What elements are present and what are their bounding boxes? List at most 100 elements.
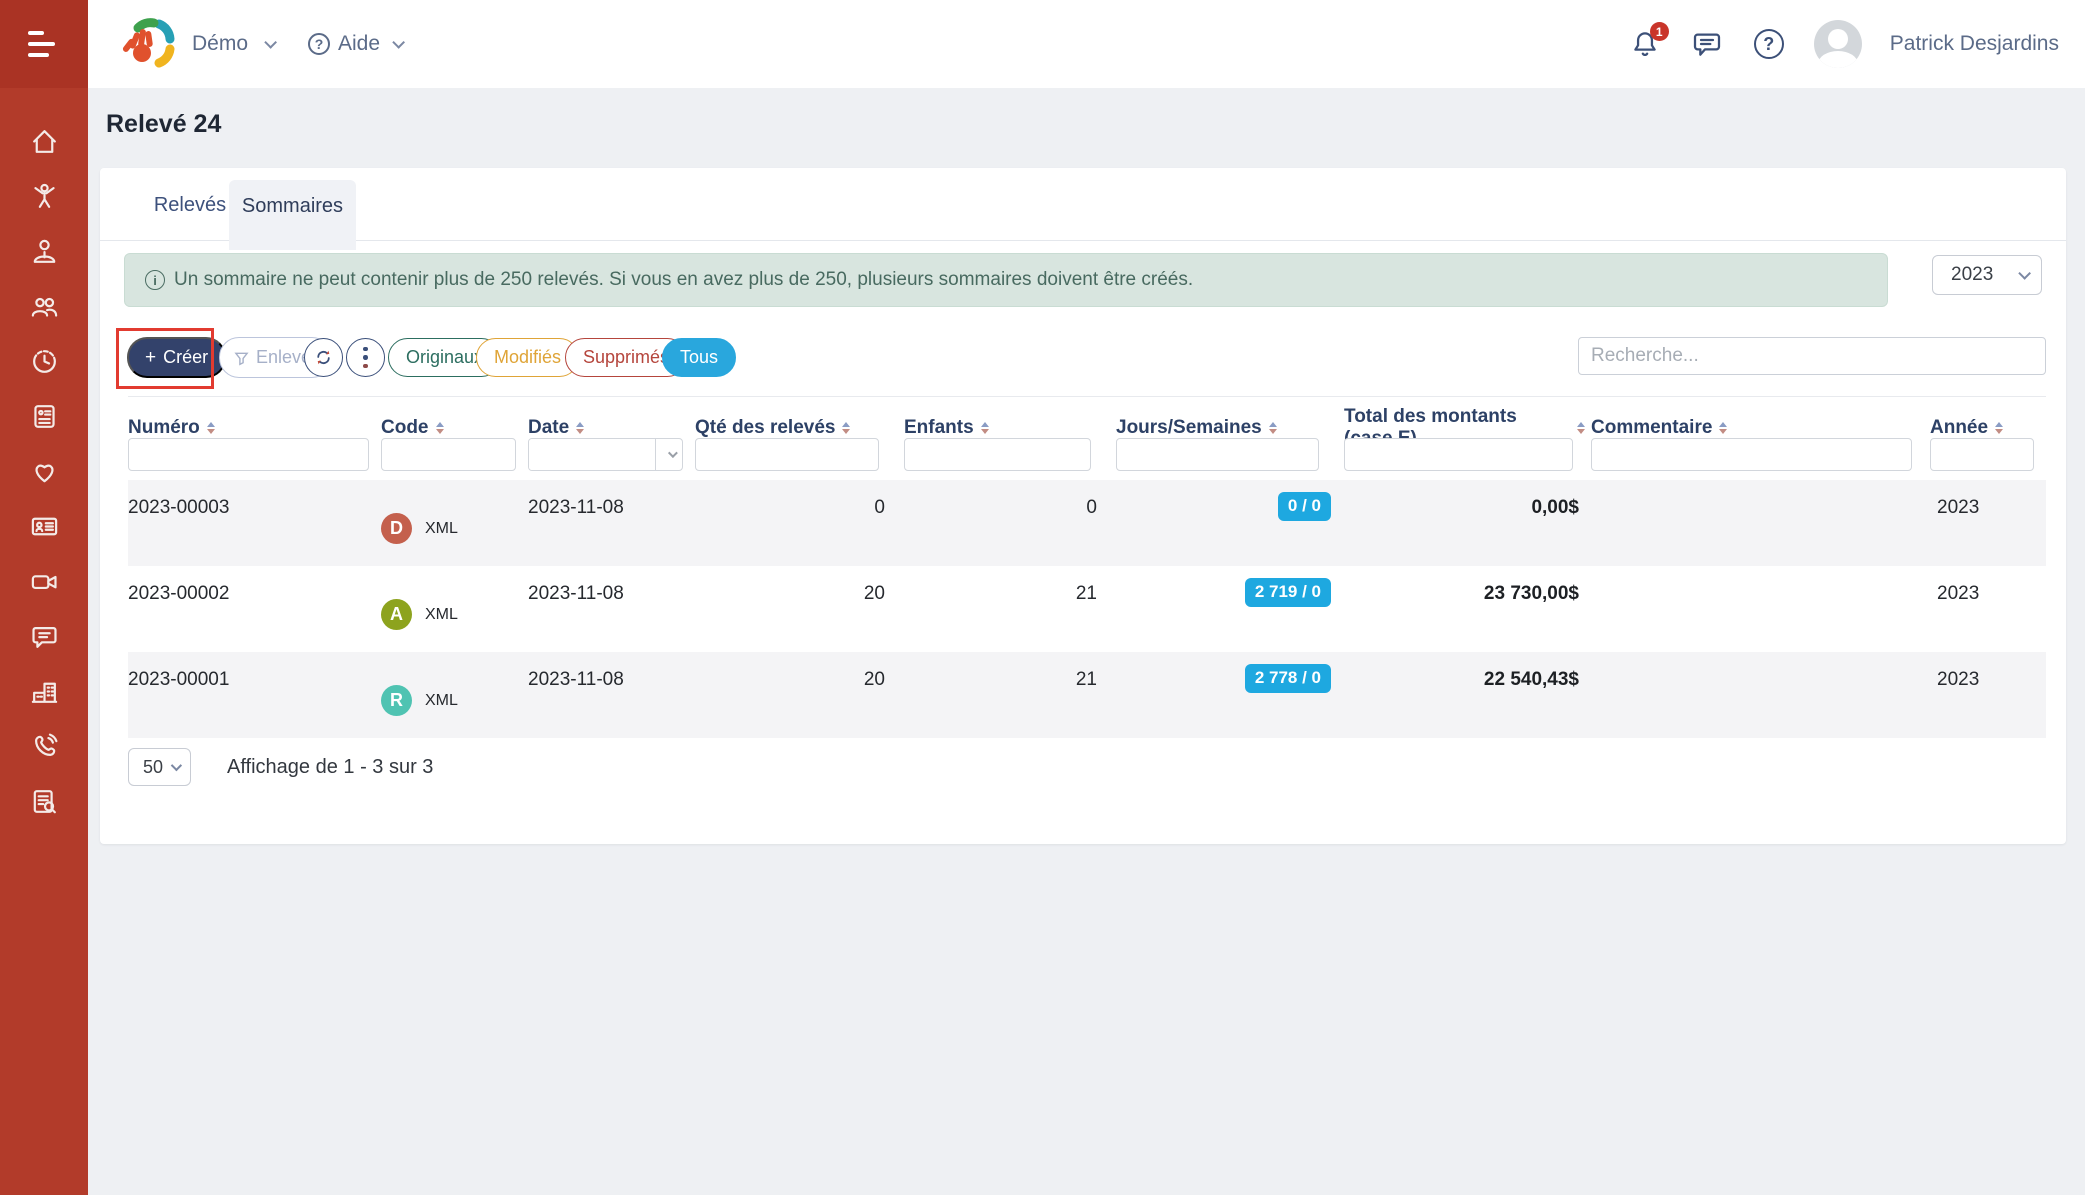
phone-icon (29, 731, 60, 762)
filter-qte-input[interactable] (695, 438, 879, 471)
filter-jours-input[interactable] (1116, 438, 1319, 471)
building-icon (29, 676, 60, 707)
code-format-label: XML (425, 606, 458, 624)
filter-annee-input[interactable] (1930, 438, 2034, 471)
video-camera-icon (29, 566, 60, 597)
main-content: Relevé 24 Relevés Sommaires i Un sommair… (88, 88, 2085, 1195)
filter-enfants-input[interactable] (904, 438, 1091, 471)
sidebar-item-messages[interactable] (0, 609, 88, 664)
help-button[interactable]: ? (1752, 27, 1786, 61)
sidebar-item-contacts[interactable] (0, 499, 88, 554)
sidebar-item-forms[interactable] (0, 389, 88, 444)
cell-date: 2023-11-08 (528, 480, 695, 566)
form-document-icon (29, 401, 60, 432)
sidebar-item-children[interactable] (0, 169, 88, 224)
user-name[interactable]: Patrick Desjardins (1890, 32, 2059, 56)
year-select[interactable]: 2023 (1932, 255, 2042, 295)
chevron-down-icon (171, 760, 182, 771)
brand-menu[interactable]: Démo (122, 0, 273, 88)
child-icon (29, 181, 60, 212)
sort-icon (207, 422, 215, 435)
sort-icon (842, 422, 850, 435)
date-filter-dropdown-button[interactable] (655, 439, 682, 470)
filter-modified-button[interactable]: Modifiés (476, 338, 579, 377)
cell-total: 23 730,00$ (1331, 566, 1585, 652)
sort-icon (1269, 422, 1277, 435)
page-size-select[interactable]: 50 (128, 748, 191, 786)
cell-numero: 2023-00002 (128, 566, 381, 652)
filter-total-input[interactable] (1344, 438, 1573, 471)
tabs-divider (100, 240, 2066, 241)
table-row[interactable]: 2023-00002 A XML 2023-11-08 20 21 2 719 … (128, 566, 2046, 652)
pagination-summary: Affichage de 1 - 3 sur 3 (227, 756, 433, 779)
avatar[interactable] (1814, 20, 1862, 68)
cell-total: 22 540,43$ (1331, 652, 1585, 738)
cell-commentaire (1585, 652, 1924, 738)
table-row[interactable]: 2023-00003 D XML 2023-11-08 0 0 0 / 0 0,… (128, 480, 2046, 566)
clock-icon (29, 346, 60, 377)
sidebar-item-reports[interactable] (0, 774, 88, 829)
sidebar-item-home[interactable] (0, 114, 88, 169)
person-tie-icon (29, 236, 60, 267)
sort-icon (981, 422, 989, 435)
report-search-icon (29, 786, 60, 817)
home-icon (29, 126, 60, 157)
code-status-icon: A (381, 599, 412, 630)
help-menu[interactable]: ? Aide (308, 0, 401, 88)
question-circle-icon: ? (308, 33, 330, 55)
cell-enfants: 21 (891, 566, 1103, 652)
id-card-icon (29, 511, 60, 542)
cell-numero: 2023-00003 (128, 480, 381, 566)
cell-code: R XML (381, 652, 528, 738)
info-banner: i Un sommaire ne peut contenir plus de 2… (124, 253, 1888, 307)
filter-numero-input[interactable] (128, 438, 369, 471)
sort-icon (1995, 422, 2003, 435)
sort-icon (576, 422, 584, 435)
refresh-icon (314, 348, 333, 367)
tab-sommaires[interactable]: Sommaires (229, 180, 356, 250)
search-input[interactable] (1578, 337, 2046, 375)
chat-icon (1691, 28, 1723, 60)
jours-semaines-badge: 2 778 / 0 (1245, 664, 1331, 693)
hamburger-menu-button[interactable] (0, 0, 88, 88)
filter-all-button[interactable]: Tous (662, 338, 736, 377)
topbar-actions: 1 ? Patrick Desjardins (1628, 0, 2059, 88)
notifications-button[interactable]: 1 (1628, 27, 1662, 61)
table-row[interactable]: 2023-00001 R XML 2023-11-08 20 21 2 778 … (128, 652, 2046, 738)
refresh-button[interactable] (304, 338, 343, 377)
cell-numero: 2023-00001 (128, 652, 381, 738)
create-button[interactable]: + Créer (127, 337, 226, 378)
question-mark-icon: ? (1754, 29, 1784, 59)
chevron-down-icon (264, 36, 277, 49)
sidebar-item-educators[interactable] (0, 224, 88, 279)
cell-jours: 0 / 0 (1103, 480, 1331, 566)
sidebar-item-schedule[interactable] (0, 334, 88, 389)
sidebar-item-health[interactable] (0, 444, 88, 499)
sidebar-item-video[interactable] (0, 554, 88, 609)
more-options-button[interactable] (346, 338, 385, 377)
sort-icon (436, 422, 444, 435)
filter-commentaire-input[interactable] (1591, 438, 1912, 471)
tab-releves[interactable]: Relevés (140, 194, 240, 217)
sidebar-nav (0, 114, 88, 829)
page-title: Relevé 24 (106, 110, 221, 139)
sidebar-item-calls[interactable] (0, 719, 88, 774)
sidebar-item-people[interactable] (0, 279, 88, 334)
sort-icon (1577, 422, 1585, 435)
content-card: Relevés Sommaires i Un sommaire ne peut … (100, 168, 2066, 844)
filter-funnel-icon (234, 350, 249, 366)
notification-count-badge: 1 (1650, 22, 1669, 41)
messages-button[interactable] (1690, 27, 1724, 61)
topbar: Démo ? Aide 1 ? Patrick Desjardins (88, 0, 2085, 88)
info-icon: i (145, 270, 165, 290)
cell-commentaire (1585, 566, 1924, 652)
cell-qte: 0 (695, 480, 891, 566)
filter-date-input[interactable] (529, 439, 655, 470)
code-status-icon: R (381, 685, 412, 716)
cell-annee: 2023 (1924, 480, 2046, 566)
filter-code-input[interactable] (381, 438, 516, 471)
chevron-down-icon (2018, 267, 2031, 280)
sort-icon (1719, 422, 1727, 435)
brand-label: Démo (192, 32, 248, 56)
sidebar-item-organization[interactable] (0, 664, 88, 719)
